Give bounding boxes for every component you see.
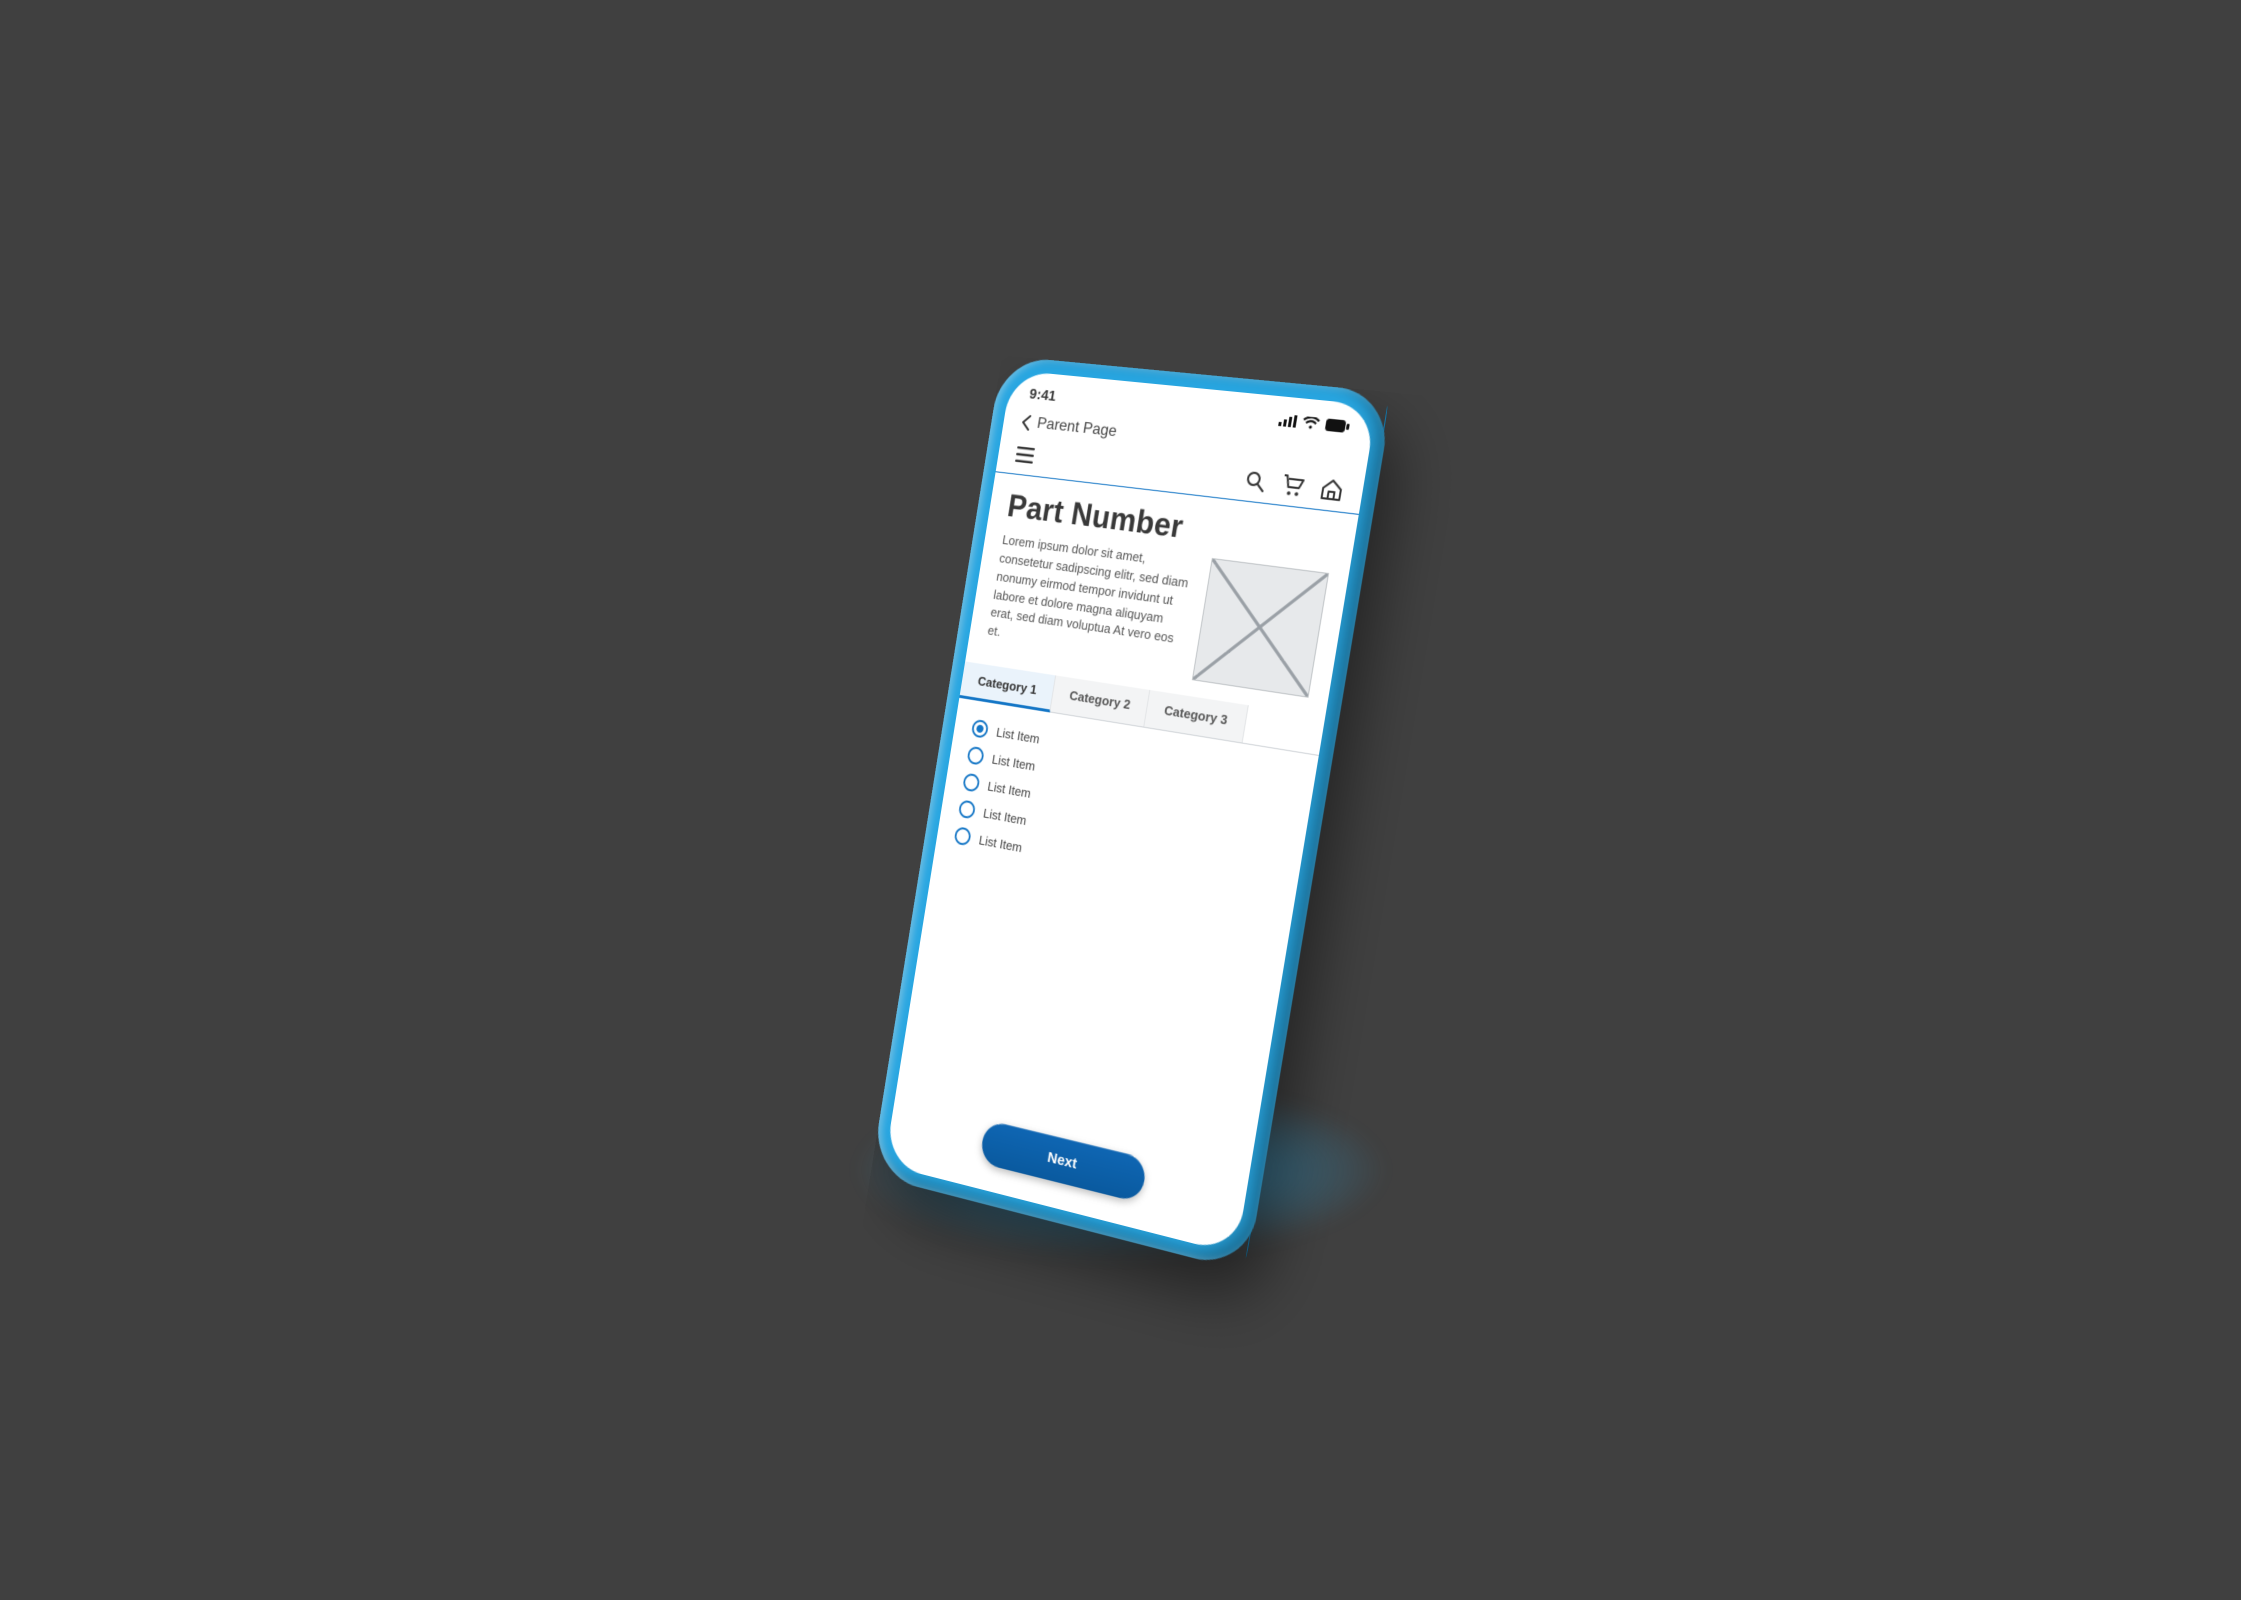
search-button[interactable] (1244, 470, 1266, 492)
radio-icon (957, 799, 975, 819)
screen: 9:41 Parent Page (884, 370, 1377, 1254)
hamburger-icon (1015, 446, 1035, 463)
list-item-label: List Item (982, 805, 1027, 827)
radio-icon (953, 826, 971, 846)
cart-button[interactable] (1280, 474, 1305, 497)
phone-mockup-scene: 9:41 Parent Page (911, 370, 1331, 1230)
home-button[interactable] (1319, 478, 1344, 501)
search-icon (1244, 470, 1266, 492)
radio-icon (962, 773, 980, 793)
list-item-label: List Item (995, 724, 1040, 746)
chevron-left-icon (1020, 414, 1033, 431)
battery-icon (1324, 418, 1350, 433)
list-item-label: List Item (990, 751, 1035, 773)
image-placeholder (1191, 558, 1328, 698)
signal-icon (1278, 413, 1297, 427)
cart-icon (1280, 474, 1305, 497)
status-time: 9:41 (1028, 386, 1057, 405)
hamburger-menu-button[interactable] (1015, 446, 1035, 463)
status-indicators (1278, 413, 1350, 432)
phone-device: 9:41 Parent Page (870, 355, 1393, 1272)
radio-icon (966, 746, 984, 766)
home-icon (1319, 478, 1344, 501)
